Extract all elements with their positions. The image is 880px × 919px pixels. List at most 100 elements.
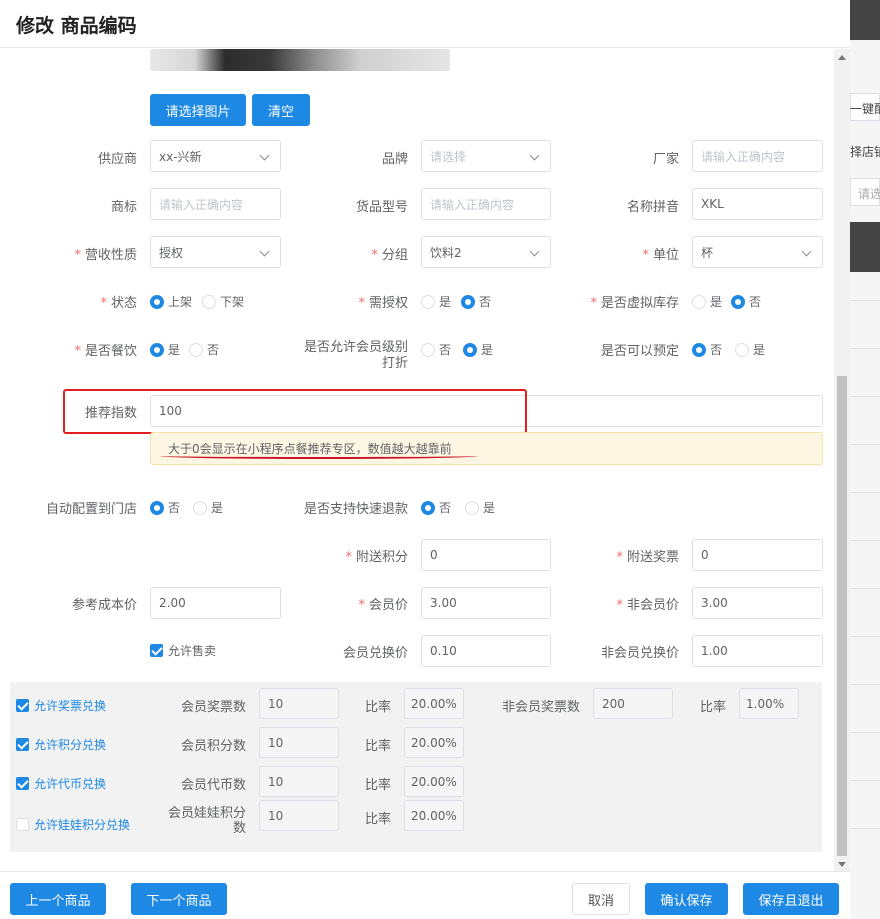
allow-doll-points-exchange-checkbox[interactable]: 允许娃娃积分兑换 bbox=[16, 816, 130, 833]
background-text: 一键配 bbox=[850, 102, 880, 116]
auto-config-radio-yes[interactable]: 是 bbox=[193, 499, 223, 516]
bonus-tickets-input[interactable]: 0 bbox=[692, 539, 823, 571]
manufacturer-input[interactable]: 请输入正确内容 bbox=[692, 140, 823, 172]
member-discount-radio-no[interactable]: 否 bbox=[421, 341, 451, 358]
brand-select[interactable]: 请选择 bbox=[421, 140, 551, 172]
trademark-input[interactable]: 请输入正确内容 bbox=[150, 188, 281, 220]
member-coins-input[interactable]: 10 bbox=[259, 766, 339, 797]
required-mark: * bbox=[371, 248, 378, 263]
ticket-ratio-value: 20.00% bbox=[411, 696, 457, 711]
non-member-ticket-ratio-input[interactable]: 1.00% bbox=[739, 688, 799, 719]
allow-points-exchange-label: 允许积分兑换 bbox=[34, 738, 107, 752]
member-discount-radio-yes[interactable]: 是 bbox=[463, 341, 493, 358]
member-exchange-input[interactable]: 0.10 bbox=[421, 635, 551, 667]
virtual-stock-radio-no[interactable]: 否 bbox=[731, 293, 761, 310]
supplier-select[interactable]: xx-兴新 bbox=[150, 140, 281, 172]
product-image-preview bbox=[150, 49, 450, 71]
is-food-radio-no[interactable]: 否 bbox=[189, 341, 219, 358]
cancel-button[interactable]: 取消 bbox=[572, 883, 630, 915]
required-mark: * bbox=[642, 248, 649, 263]
required-mark: * bbox=[358, 296, 365, 311]
manufacturer-label: 厂家 bbox=[652, 152, 679, 167]
radio-label: 否 bbox=[168, 501, 181, 515]
confirm-save-button[interactable]: 确认保存 bbox=[645, 883, 728, 915]
radio-label: 是 bbox=[753, 343, 766, 357]
member-price-input[interactable]: 3.00 bbox=[421, 587, 551, 619]
required-mark: * bbox=[74, 248, 81, 263]
background-divider bbox=[850, 780, 880, 781]
background-table-header bbox=[850, 222, 880, 272]
doll-ratio-input[interactable]: 20.00% bbox=[404, 800, 464, 831]
member-points-input[interactable]: 10 bbox=[259, 727, 339, 758]
doll-ratio-value: 20.00% bbox=[411, 808, 457, 823]
revenue-type-select[interactable]: 授权 bbox=[150, 236, 281, 268]
status-radio-on-sale[interactable]: 上架 bbox=[150, 293, 192, 310]
auto-config-radio-no[interactable]: 否 bbox=[150, 499, 180, 516]
checkbox-checked-icon bbox=[16, 738, 29, 751]
reservable-radio-yes[interactable]: 是 bbox=[735, 341, 765, 358]
scrollbar-thumb[interactable] bbox=[837, 376, 847, 856]
vertical-scrollbar[interactable] bbox=[834, 49, 850, 871]
non-member-tickets-value: 200 bbox=[602, 696, 625, 711]
save-and-exit-button[interactable]: 保存且退出 bbox=[743, 883, 839, 915]
group-label-text: 分组 bbox=[381, 248, 408, 263]
group-select[interactable]: 饮料2 bbox=[421, 236, 551, 268]
status-radio-off-sale[interactable]: 下架 bbox=[202, 293, 244, 310]
coins-ratio-input[interactable]: 20.00% bbox=[404, 766, 464, 797]
quick-refund-radio-no[interactable]: 否 bbox=[421, 499, 451, 516]
ratio-label: 比率 bbox=[699, 700, 726, 715]
allow-ticket-exchange-checkbox[interactable]: 允许奖票兑换 bbox=[16, 697, 106, 714]
non-member-exchange-input[interactable]: 1.00 bbox=[692, 635, 823, 667]
points-ratio-input[interactable]: 20.00% bbox=[404, 727, 464, 758]
need-auth-radio-no[interactable]: 否 bbox=[461, 293, 491, 310]
prev-product-button[interactable]: 上一个商品 bbox=[10, 883, 106, 915]
radio-icon bbox=[692, 294, 706, 309]
scroll-down-arrow-icon[interactable] bbox=[838, 862, 846, 867]
dialog-header: 修改 商品编码 bbox=[0, 0, 850, 48]
scroll-up-arrow-icon[interactable] bbox=[838, 55, 846, 60]
radio-selected-icon bbox=[150, 500, 164, 515]
non-member-tickets-label: 非会员奖票数 bbox=[501, 700, 580, 715]
reservable-radio-no[interactable]: 否 bbox=[692, 341, 722, 358]
virtual-stock-radio-yes[interactable]: 是 bbox=[692, 293, 722, 310]
clear-image-button[interactable]: 清空 bbox=[252, 94, 310, 126]
required-mark: * bbox=[616, 598, 623, 613]
background-divider bbox=[850, 492, 880, 493]
unit-label-text: 单位 bbox=[652, 248, 679, 263]
member-doll-points-input[interactable]: 10 bbox=[259, 800, 339, 831]
pinyin-input[interactable]: XKL bbox=[692, 188, 823, 220]
ticket-ratio-input[interactable]: 20.00% bbox=[404, 688, 464, 719]
radio-label: 下架 bbox=[220, 295, 245, 309]
bonus-points-input[interactable]: 0 bbox=[421, 539, 551, 571]
bonus-tickets-label-text: 附送奖票 bbox=[626, 550, 679, 565]
allow-coins-exchange-checkbox[interactable]: 允许代币兑换 bbox=[16, 775, 106, 792]
need-auth-radio-yes[interactable]: 是 bbox=[421, 293, 451, 310]
chevron-down-icon bbox=[259, 246, 270, 257]
ratio-label: 比率 bbox=[364, 700, 391, 715]
next-product-button[interactable]: 下一个商品 bbox=[131, 883, 227, 915]
ref-cost-label: 参考成本价 bbox=[71, 598, 137, 613]
member-doll-points-label: 会员娃娃积分 数 bbox=[150, 806, 246, 836]
bonus-points-label: * 附送积分 bbox=[300, 546, 408, 565]
member-exchange-label: 会员兑换价 bbox=[342, 646, 408, 661]
background-divider bbox=[850, 444, 880, 445]
select-image-button[interactable]: 请选择图片 bbox=[150, 94, 246, 126]
non-member-tickets-input[interactable]: 200 bbox=[593, 688, 673, 719]
is-food-radio-yes[interactable]: 是 bbox=[150, 341, 180, 358]
non-member-exchange-value: 1.00 bbox=[701, 644, 728, 658]
background-divider bbox=[850, 828, 880, 829]
radio-label: 否 bbox=[710, 343, 723, 357]
non-member-price-input[interactable]: 3.00 bbox=[692, 587, 823, 619]
unit-select[interactable]: 杯 bbox=[692, 236, 823, 268]
allow-points-exchange-checkbox[interactable]: 允许积分兑换 bbox=[16, 736, 106, 753]
radio-label: 否 bbox=[749, 295, 762, 309]
member-tickets-input[interactable]: 10 bbox=[259, 688, 339, 719]
quick-refund-radio-yes[interactable]: 是 bbox=[465, 499, 495, 516]
allow-doll-points-exchange-label: 允许娃娃积分兑换 bbox=[34, 818, 131, 832]
model-input[interactable]: 请输入正确内容 bbox=[421, 188, 551, 220]
auto-config-label: 自动配置到门店 bbox=[45, 502, 137, 517]
ref-cost-value: 2.00 bbox=[159, 596, 186, 610]
member-discount-label: 是否允许会员级别 打折 bbox=[280, 340, 408, 372]
allow-sale-checkbox[interactable]: 允许售卖 bbox=[150, 642, 216, 659]
ref-cost-input[interactable]: 2.00 bbox=[150, 587, 281, 619]
